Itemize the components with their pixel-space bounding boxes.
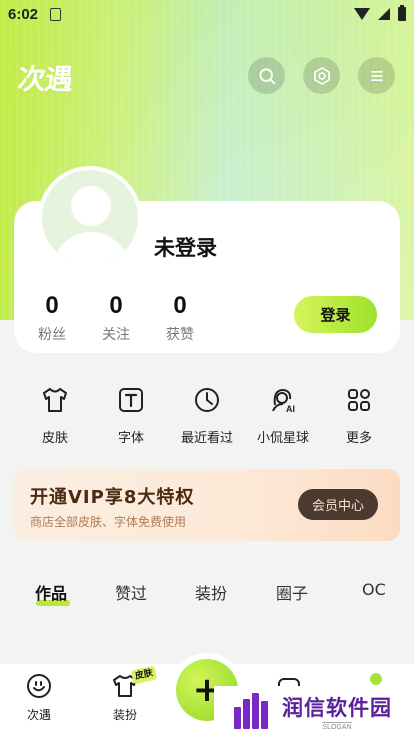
nav-label: 次遇 (26, 708, 51, 722)
svg-text:AI: AI (286, 404, 295, 414)
tshirt-icon (43, 388, 67, 412)
stat-likes[interactable]: 0 获赞 (150, 292, 210, 344)
notification-doc-icon (50, 7, 62, 21)
quick-action-skin[interactable]: 皮肤 (17, 385, 93, 446)
smile-icon (27, 674, 51, 698)
quick-action-label: 皮肤 (41, 431, 68, 446)
tab-circle[interactable]: 圈子 (276, 580, 308, 604)
stat-value: 0 (45, 292, 59, 319)
quick-action-recent[interactable]: 最近看过 (169, 385, 245, 446)
stat-label: 获赞 (166, 327, 194, 343)
stat-value: 0 (173, 292, 187, 319)
stat-value: 0 (109, 292, 123, 319)
watermark: 润信软件园 SLOGAN (214, 686, 414, 736)
signal-icon (378, 8, 390, 20)
search-button[interactable] (248, 57, 285, 94)
watermark-logo-icon (232, 693, 276, 729)
nav-item-home[interactable]: 次遇 (9, 672, 69, 723)
search-icon (258, 67, 275, 84)
nav-label: 装扮 (112, 708, 137, 722)
stat-following[interactable]: 0 关注 (86, 292, 146, 344)
quick-action-planet[interactable]: AI 小侃星球 (245, 385, 321, 446)
watermark-text: 润信软件园 (282, 695, 392, 720)
tab-liked[interactable]: 赞过 (115, 580, 147, 604)
settings-button[interactable] (303, 57, 340, 94)
watermark-slogan: SLOGAN (322, 721, 352, 731)
tab-oc[interactable]: OC (362, 580, 386, 599)
login-button[interactable]: 登录 (294, 296, 377, 333)
app-logo: 次遇 (16, 63, 74, 96)
quick-action-label: 最近看过 (180, 431, 233, 446)
clock-icon (195, 388, 219, 412)
status-bar: 6:02 (0, 0, 414, 28)
settings-icon (313, 66, 330, 85)
quick-action-more[interactable]: 更多 (321, 385, 397, 446)
stat-label: 粉丝 (38, 327, 66, 343)
tab-dressup[interactable]: 装扮 (195, 580, 227, 604)
notification-dot (370, 673, 382, 685)
avatar[interactable] (38, 166, 142, 270)
grid-icon (348, 389, 370, 411)
quick-action-label: 更多 (345, 431, 372, 446)
quick-action-label: 小侃星球 (256, 431, 309, 446)
content-tabs: 作品 赞过 装扮 圈子 OC (0, 580, 414, 610)
vip-title: 开通VIP享8大特权 (30, 487, 195, 508)
status-time: 6:02 (8, 5, 39, 23)
stat-label: 关注 (102, 327, 130, 343)
tab-works[interactable]: 作品 (35, 580, 67, 604)
vip-subtitle: 商店全部皮肤、字体免费使用 (30, 515, 187, 529)
quick-action-label: 字体 (117, 431, 144, 446)
vip-banner[interactable]: 开通VIP享8大特权 商店全部皮肤、字体免费使用 会员中心 (14, 469, 400, 541)
wifi-icon (354, 8, 370, 20)
battery-icon (398, 5, 406, 21)
vip-center-button[interactable]: 会员中心 (298, 489, 378, 520)
ai-avatar-icon: AI (272, 388, 295, 414)
stat-fans[interactable]: 0 粉丝 (22, 292, 82, 344)
menu-icon (370, 70, 383, 81)
menu-button[interactable] (358, 57, 395, 94)
quick-action-font[interactable]: 字体 (93, 385, 169, 446)
username[interactable]: 未登录 (154, 232, 217, 262)
font-icon (119, 388, 143, 412)
